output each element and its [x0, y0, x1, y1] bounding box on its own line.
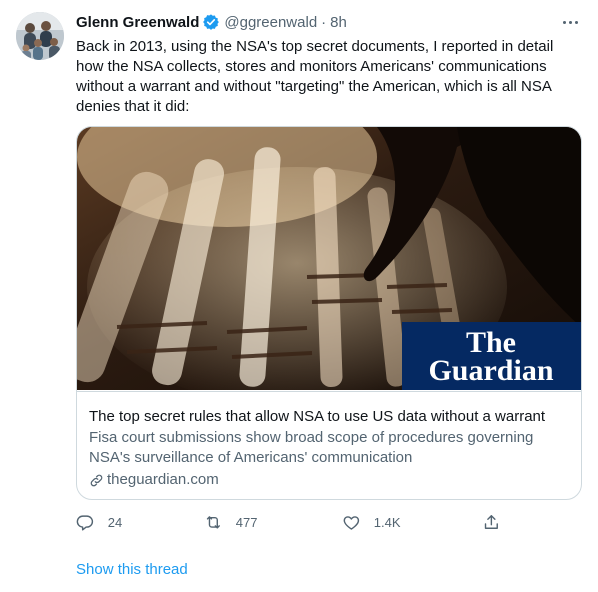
like-button[interactable]: 1.4K: [342, 512, 401, 532]
card-title: The top secret rules that allow NSA to u…: [89, 408, 546, 425]
card-domain-text: theguardian.com: [107, 471, 219, 488]
guardian-logo-line2: Guardian: [428, 354, 553, 387]
separator-dot: ·: [321, 13, 327, 31]
link-icon: [90, 474, 103, 486]
retweet-count: 477: [235, 514, 258, 530]
tweet-timestamp[interactable]: 8h: [330, 14, 347, 31]
show-thread-link[interactable]: Show this thread: [76, 560, 188, 580]
like-icon: [343, 515, 360, 530]
avatar[interactable]: [16, 12, 64, 60]
retweet-button[interactable]: 477: [204, 512, 257, 532]
retweet-icon: [206, 515, 220, 529]
verified-badge-icon: [203, 14, 220, 30]
reply-count: 24: [107, 514, 123, 530]
card-image: The Guardian: [77, 127, 581, 390]
share-button[interactable]: [482, 512, 501, 532]
card-body: The top secret rules that allow NSA to u…: [77, 391, 581, 499]
author-name[interactable]: Glenn Greenwald: [76, 14, 199, 31]
card-description: Fisa court submissions show broad scope …: [89, 429, 534, 466]
avatar-photo: [16, 12, 64, 60]
tweet-actions: 24 477 1.4K: [76, 512, 506, 532]
share-icon: [484, 514, 498, 529]
tweet-header: Glenn Greenwald @ggreenwald · 8h: [76, 12, 347, 32]
more-options-icon[interactable]: [558, 12, 582, 32]
author-handle[interactable]: @ggreenwald: [224, 14, 317, 31]
reply-icon: [76, 515, 94, 531]
link-preview-card[interactable]: The Guardian The top secret rules that a…: [76, 126, 582, 500]
tweet-text: Back in 2013, using the NSA's top secret…: [76, 38, 554, 115]
tweet[interactable]: Glenn Greenwald @ggreenwald · 8h Back in…: [0, 0, 598, 592]
like-count: 1.4K: [373, 514, 401, 530]
reply-button[interactable]: 24: [76, 512, 122, 532]
card-domain: theguardian.com: [89, 470, 219, 490]
